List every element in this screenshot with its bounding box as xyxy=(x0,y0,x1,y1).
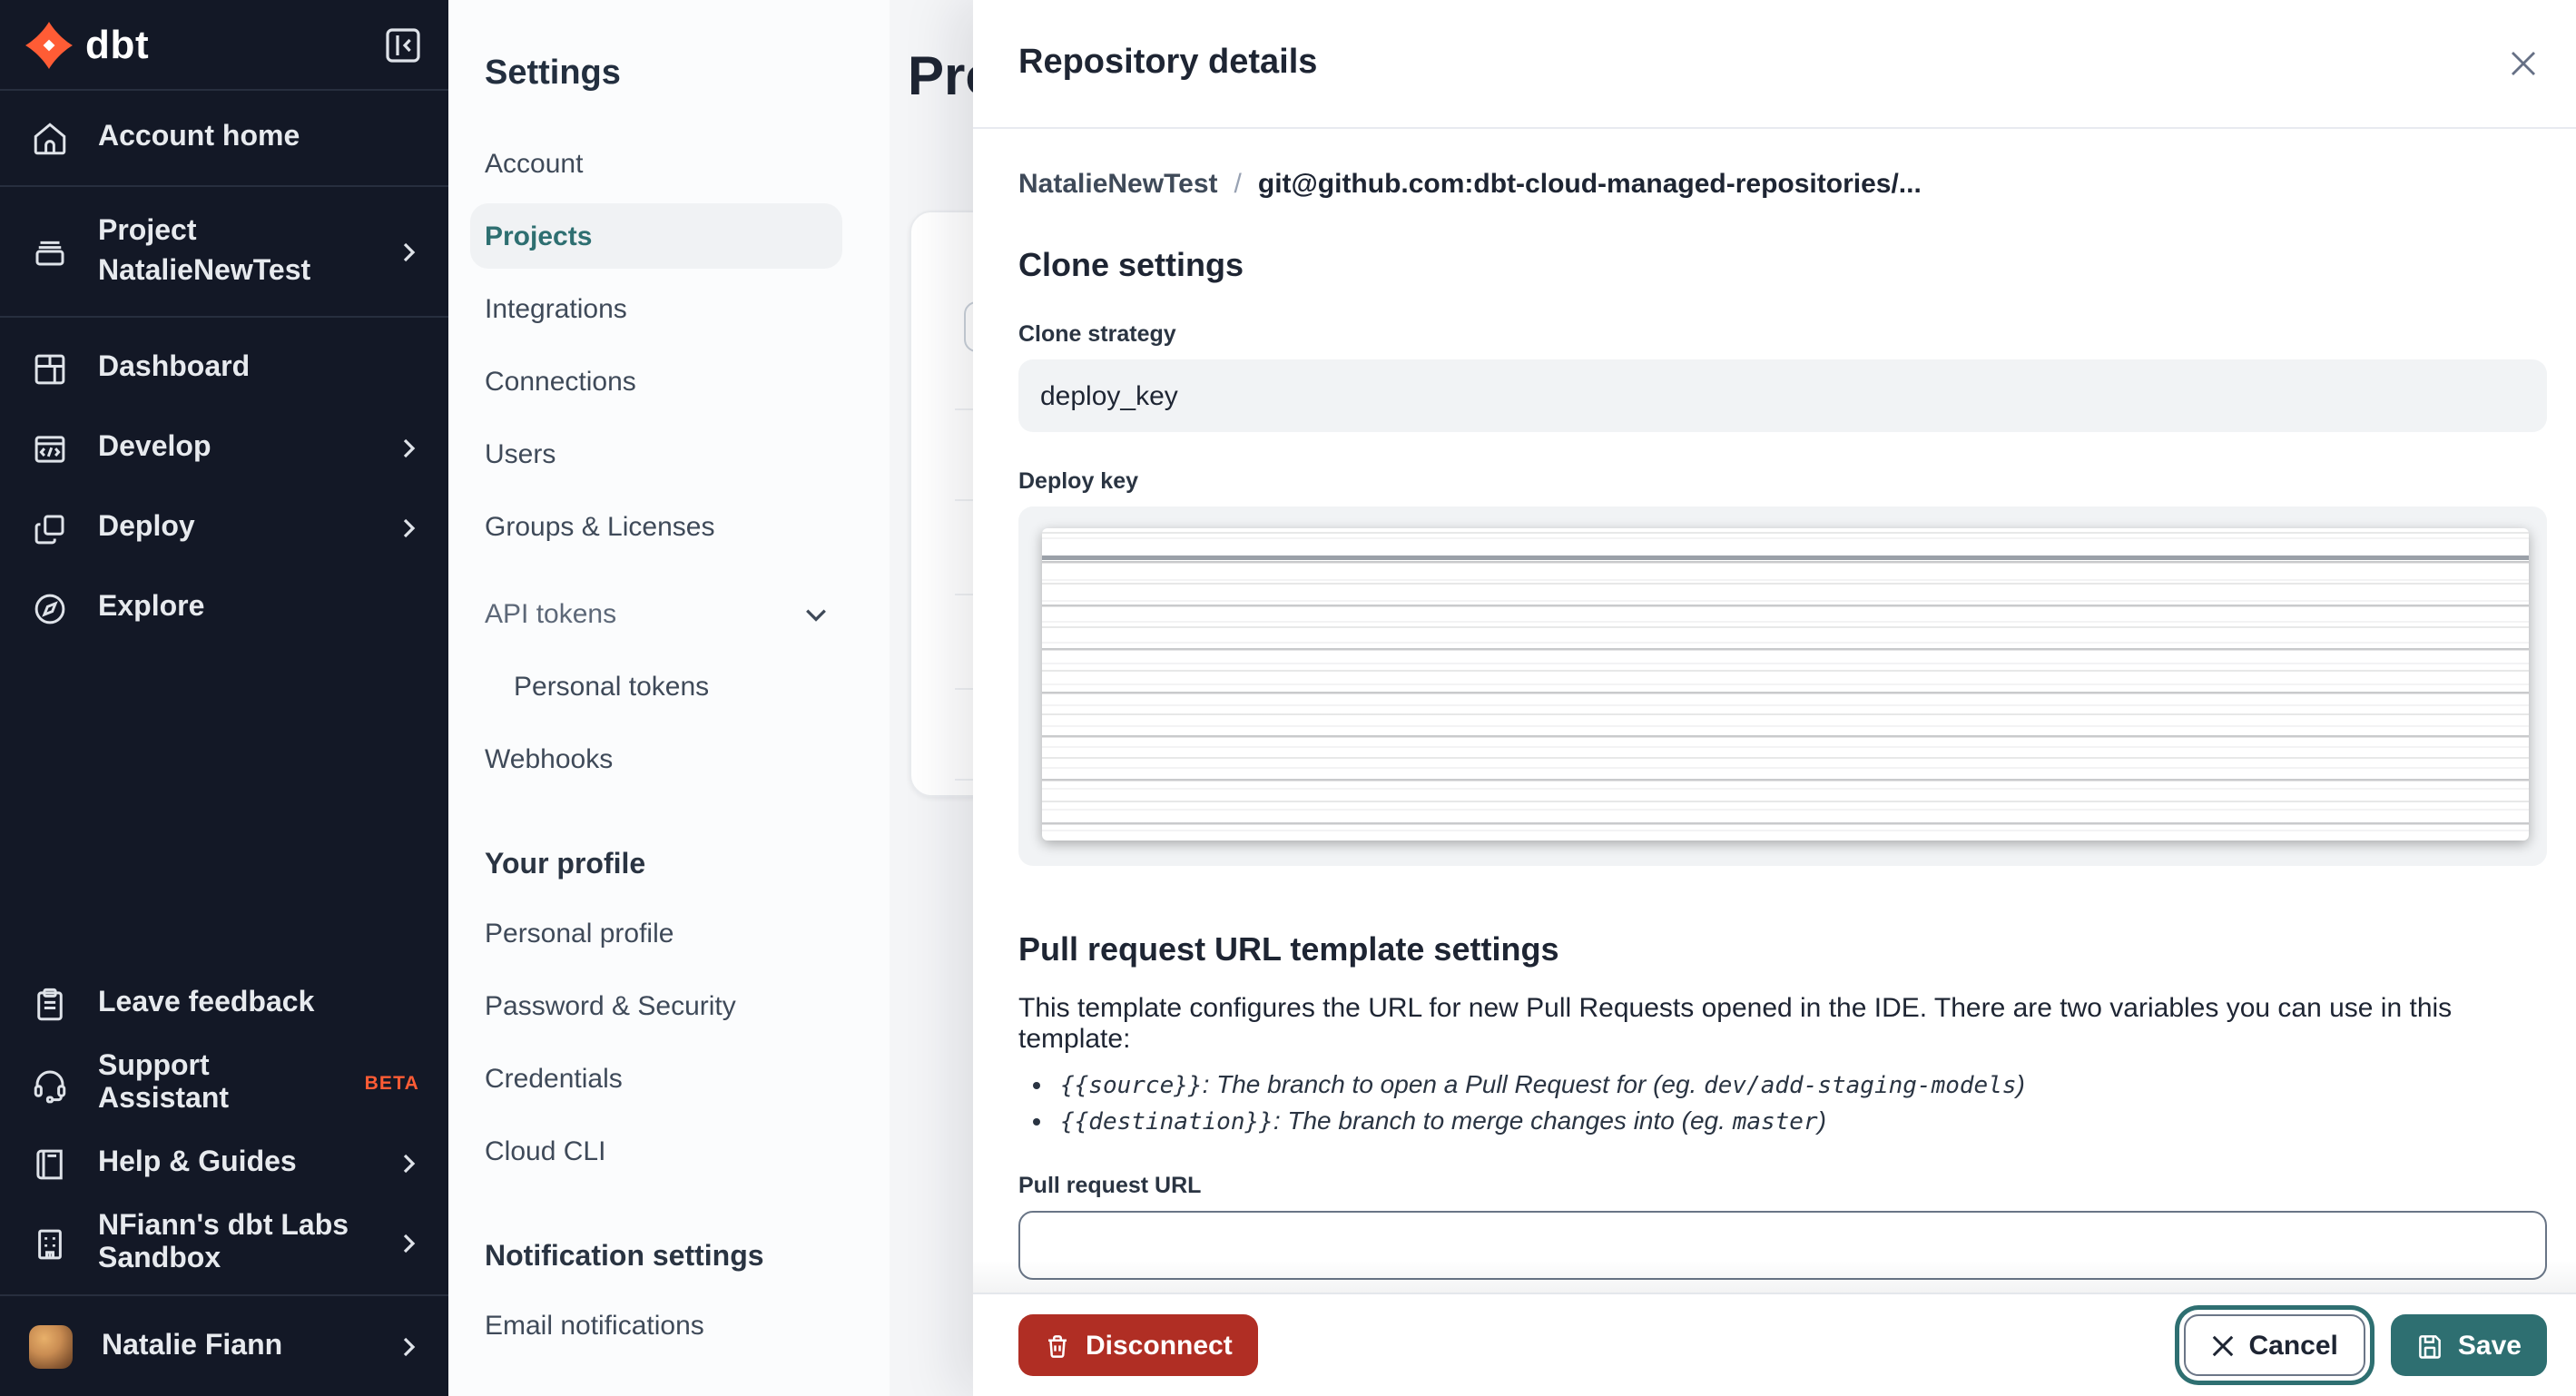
notification-settings-heading: Notification settings xyxy=(485,1242,764,1273)
sidebar-item-label: Explore xyxy=(98,592,205,623)
settings-nav-item-account[interactable]: Account xyxy=(470,127,842,200)
list-item: {{source}}: The branch to open a Pull Re… xyxy=(1060,1069,2547,1100)
code-window-icon xyxy=(29,429,69,467)
sidebar-item-label: Support Assistant xyxy=(98,1051,230,1115)
sidebar-item-label: Account home xyxy=(98,122,300,152)
clone-strategy-value: deploy_key xyxy=(1018,359,2547,432)
project-box-icon xyxy=(29,232,69,270)
building-icon xyxy=(29,1224,69,1263)
home-icon xyxy=(29,119,69,157)
settings-nav-item-integrations[interactable]: Integrations xyxy=(470,272,842,345)
sidebar-item-support-assistant[interactable]: Support Assistant BETA xyxy=(0,1044,448,1124)
settings-nav: Settings Account Projects Integrations C… xyxy=(448,0,890,1396)
sidebar-item-develop[interactable]: Develop xyxy=(0,408,448,488)
sidebar-item-deploy[interactable]: Deploy xyxy=(0,488,448,568)
pr-template-variables-list: {{source}}: The branch to open a Pull Re… xyxy=(1018,1069,2547,1136)
pull-request-url-input[interactable] xyxy=(1018,1211,2547,1280)
settings-nav-item-personal-profile[interactable]: Personal profile xyxy=(470,897,842,969)
pr-template-description: This template configures the URL for new… xyxy=(1018,993,2453,1055)
modal-footer: Disconnect Cancel Save xyxy=(973,1260,2576,1396)
dbt-cloud-app: dbt Account home Project NatalieNewTest xyxy=(0,0,2576,1396)
breadcrumb-separator: / xyxy=(1234,169,1242,200)
breadcrumb: NatalieNewTest / git@github.com:dbt-clou… xyxy=(1018,169,2547,200)
settings-nav-item-password-security[interactable]: Password & Security xyxy=(470,969,842,1042)
user-avatar xyxy=(29,1324,73,1368)
settings-nav-item-email-notifications[interactable]: Email notifications xyxy=(470,1289,842,1362)
pr-template-heading: Pull request URL template settings xyxy=(1018,931,1559,968)
chevron-right-icon xyxy=(398,1335,419,1357)
settings-nav-item-personal-tokens[interactable]: Personal tokens xyxy=(470,650,842,723)
sidebar-item-label: Leave feedback xyxy=(98,988,315,1018)
breadcrumb-repo-url: git@github.com:dbt-cloud-managed-reposit… xyxy=(1257,169,1922,200)
chevron-right-icon xyxy=(398,437,419,459)
sidebar-item-explore[interactable]: Explore xyxy=(0,568,448,648)
dbt-logo[interactable]: dbt xyxy=(25,21,149,68)
dashboard-icon xyxy=(29,349,69,388)
settings-nav-item-connections[interactable]: Connections xyxy=(470,345,842,418)
x-icon xyxy=(2211,1333,2235,1357)
sidebar-item-help-guides[interactable]: Help & Guides xyxy=(0,1124,448,1204)
clone-strategy-label: Clone strategy xyxy=(1018,321,1176,347)
settings-nav-item-credentials[interactable]: Credentials xyxy=(470,1042,842,1115)
clipboard-icon xyxy=(29,985,69,1023)
sidebar-item-label: Dashboard xyxy=(98,352,251,383)
repository-details-modal: Repository details NatalieNewTest / git@… xyxy=(973,0,2576,1396)
beta-badge: BETA xyxy=(364,1073,419,1095)
sidebar-header: dbt xyxy=(0,0,448,91)
chevron-right-icon xyxy=(398,1153,419,1175)
breadcrumb-project: NatalieNewTest xyxy=(1018,169,1218,200)
dbt-logo-text: dbt xyxy=(85,21,150,66)
save-button[interactable]: Save xyxy=(2390,1314,2547,1376)
sidebar-item-project[interactable]: Project NatalieNewTest xyxy=(0,187,448,318)
sidebar-item-label: Project NatalieNewTest xyxy=(98,215,311,286)
dbt-logo-icon xyxy=(25,21,73,68)
chevron-right-icon xyxy=(398,241,419,262)
deploy-key-label: Deploy key xyxy=(1018,468,1139,494)
sidebar-item-label: Help & Guides xyxy=(98,1147,297,1178)
settings-nav-item-users[interactable]: Users xyxy=(470,418,842,490)
settings-nav-item-api-tokens[interactable]: API tokens xyxy=(470,577,842,650)
cancel-button[interactable]: Cancel xyxy=(2183,1314,2365,1376)
pull-request-url-label: Pull request URL xyxy=(1018,1173,1202,1198)
clone-settings-heading: Clone settings xyxy=(1018,247,1244,283)
modal-header: Repository details xyxy=(973,0,2576,129)
trash-icon xyxy=(1044,1332,1071,1359)
sidebar-item-user-profile[interactable]: Natalie Fiann xyxy=(0,1294,448,1396)
compass-icon xyxy=(29,589,69,627)
book-icon xyxy=(29,1145,69,1183)
sidebar-item-label: Natalie Fiann xyxy=(102,1330,283,1361)
settings-nav-item-cloud-cli[interactable]: Cloud CLI xyxy=(470,1115,842,1187)
settings-nav-item-projects[interactable]: Projects xyxy=(470,203,842,269)
settings-nav-item-webhooks[interactable]: Webhooks xyxy=(470,723,842,795)
sidebar-item-label: Develop xyxy=(98,432,211,463)
your-profile-heading: Your profile xyxy=(485,850,646,880)
close-icon[interactable] xyxy=(2500,40,2547,87)
sidebar-item-label: NFiann's dbt Labs Sandbox xyxy=(98,1211,349,1274)
settings-nav-title: Settings xyxy=(485,54,621,93)
sidebar-collapse-icon[interactable] xyxy=(383,25,423,64)
list-item: {{destination}}: The branch to merge cha… xyxy=(1060,1106,2547,1136)
chevron-right-icon xyxy=(398,1233,419,1254)
overlapping-squares-icon xyxy=(29,509,69,547)
disconnect-button[interactable]: Disconnect xyxy=(1018,1314,1258,1376)
chevron-right-icon xyxy=(398,517,419,539)
headset-icon xyxy=(29,1065,69,1103)
modal-title: Repository details xyxy=(1018,44,1318,82)
sidebar-item-org-sandbox[interactable]: NFiann's dbt Labs Sandbox xyxy=(0,1204,448,1283)
modal-body: NatalieNewTest / git@github.com:dbt-clou… xyxy=(973,129,2576,1293)
chevron-down-icon xyxy=(804,602,828,625)
save-disk-icon xyxy=(2416,1332,2443,1359)
sidebar-item-dashboard[interactable]: Dashboard xyxy=(0,329,448,408)
sidebar: dbt Account home Project NatalieNewTest xyxy=(0,0,448,1396)
sidebar-item-label: Deploy xyxy=(98,512,195,543)
settings-nav-item-groups-licenses[interactable]: Groups & Licenses xyxy=(470,490,842,563)
sidebar-item-account-home[interactable]: Account home xyxy=(0,91,448,187)
deploy-key-redacted-content xyxy=(1042,528,2529,841)
deploy-key-field xyxy=(1018,506,2547,866)
sidebar-item-leave-feedback[interactable]: Leave feedback xyxy=(0,964,448,1044)
